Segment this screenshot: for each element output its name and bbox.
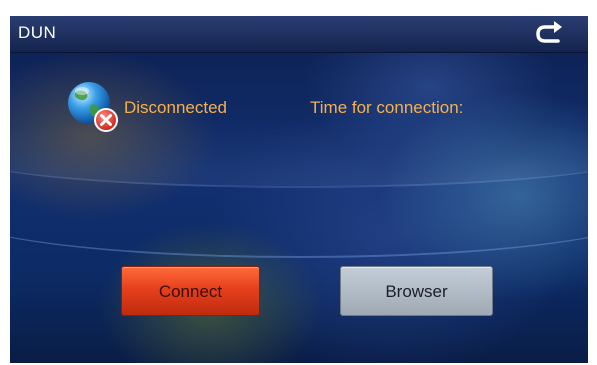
title-bar: DUN [10,16,588,53]
back-button[interactable] [532,20,566,48]
dun-screen: DUN Disconnected Time for connection: Co… [10,16,588,363]
background-wave-lower [10,166,588,258]
globe-disconnected-icon [65,79,119,133]
return-arrow-icon [536,21,562,43]
browser-button[interactable]: Browser [340,266,493,316]
connect-button[interactable]: Connect [121,266,260,316]
connection-status: Disconnected [124,98,228,117]
connection-time-label: Time for connection: [310,98,464,117]
page-title: DUN [18,23,57,42]
